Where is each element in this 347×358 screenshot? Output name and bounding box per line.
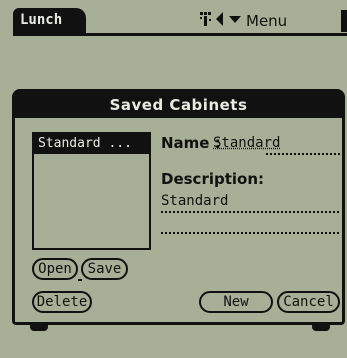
sound-icon[interactable] bbox=[214, 10, 224, 32]
cancel-button[interactable]: Cancel bbox=[277, 291, 340, 313]
description-line-1 bbox=[161, 211, 339, 213]
saved-cabinets-dialog: Saved Cabinets Standard ... Name : Stand… bbox=[12, 89, 345, 325]
status-area: Menu bbox=[198, 8, 287, 33]
title-bar: Lunch Menu bbox=[0, 0, 347, 40]
menu-button[interactable]: Menu bbox=[246, 12, 287, 30]
title-underline bbox=[13, 33, 347, 36]
button-divider bbox=[78, 279, 82, 281]
open-button[interactable]: Open bbox=[32, 258, 78, 280]
dialog-foot-right bbox=[312, 325, 330, 331]
new-button[interactable]: New bbox=[199, 291, 273, 313]
dialog-foot-left bbox=[30, 325, 48, 331]
save-button[interactable]: Save bbox=[81, 258, 128, 280]
name-field[interactable]: Standard bbox=[213, 135, 280, 151]
app-title-tab[interactable]: Lunch bbox=[13, 8, 86, 33]
keyboard-icon[interactable] bbox=[198, 10, 214, 32]
dropdown-arrow-icon[interactable] bbox=[228, 10, 242, 32]
description-field[interactable]: Standard bbox=[161, 193, 228, 209]
cabinet-list[interactable]: Standard ... bbox=[32, 132, 151, 250]
dialog-title: Saved Cabinets bbox=[15, 92, 342, 118]
list-item[interactable]: Standard ... bbox=[34, 134, 149, 154]
delete-button[interactable]: Delete bbox=[32, 291, 92, 313]
title-bar-edge bbox=[341, 10, 347, 32]
name-label: Name : bbox=[161, 134, 221, 152]
description-label: Description: bbox=[161, 170, 265, 188]
name-field-underline bbox=[266, 153, 340, 155]
description-line-2 bbox=[161, 232, 339, 234]
